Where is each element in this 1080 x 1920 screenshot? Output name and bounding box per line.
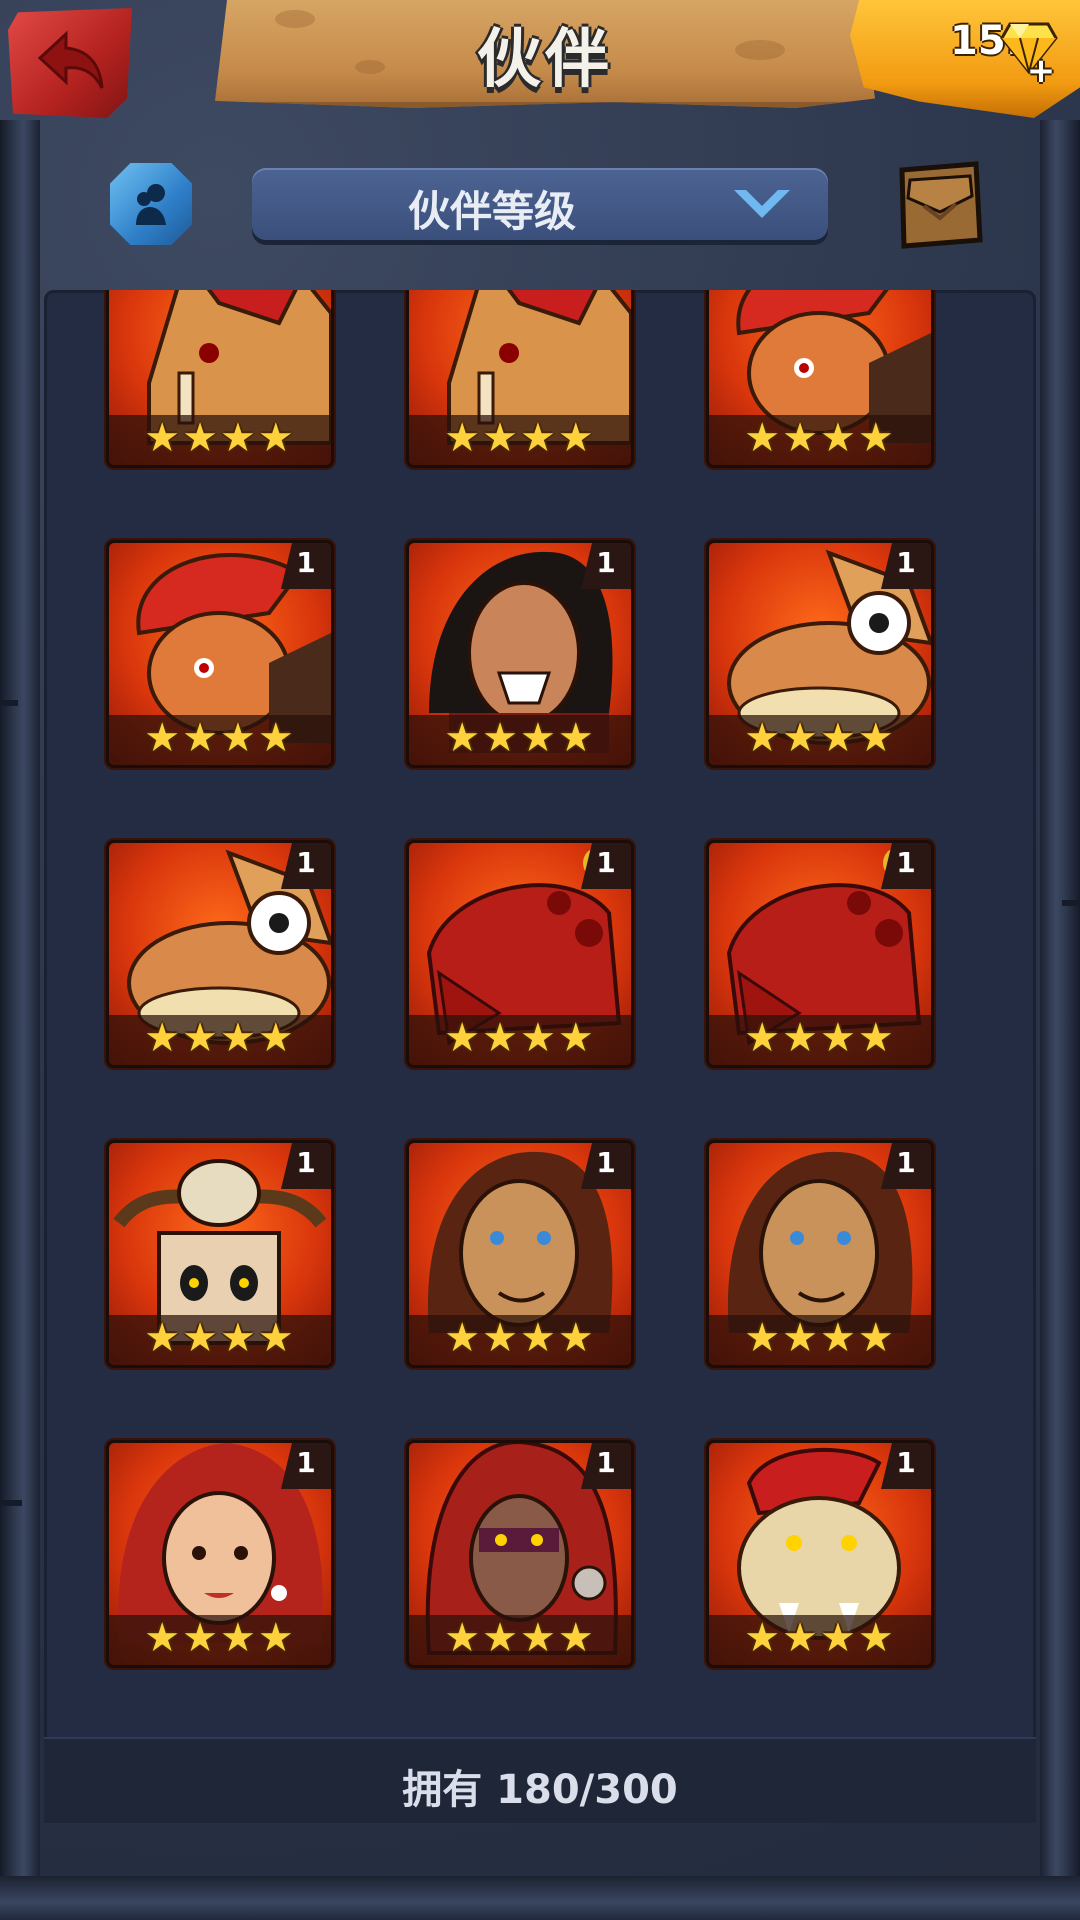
companion-card-one-eyed-fish[interactable]: 1 ★★★★ bbox=[106, 840, 334, 1068]
star-rating: ★★★★ bbox=[144, 1015, 296, 1061]
frame-crack bbox=[1062, 900, 1080, 906]
frame-left-edge bbox=[0, 120, 40, 1920]
star-rating: ★★★★ bbox=[744, 1615, 896, 1661]
companion-filter-icon bbox=[136, 184, 166, 225]
inventory-button[interactable] bbox=[894, 160, 984, 250]
companion-card-one-eyed-fish[interactable]: 1 ★★★★ bbox=[706, 540, 934, 768]
frame-crack bbox=[0, 1500, 22, 1506]
companion-card-red-crab-beast[interactable]: 1 ★★★★ bbox=[706, 840, 934, 1068]
frame-bottom-edge bbox=[0, 1876, 1080, 1920]
companion-card-red-crab-beast[interactable]: 1 ★★★★ bbox=[406, 840, 634, 1068]
frame-right-edge bbox=[1040, 120, 1080, 1920]
companion-card-black-haired-warrior[interactable]: 1 ★★★★ bbox=[406, 540, 634, 768]
back-arrow-icon bbox=[37, 30, 104, 89]
companion-card-hooded-assassin[interactable]: 1 ★★★★ bbox=[406, 1440, 634, 1668]
companion-card-red-haired-dwarf[interactable]: 1★★★★ bbox=[106, 540, 334, 768]
page-title: 伙伴 bbox=[477, 23, 613, 97]
star-rating: ★★★★ bbox=[744, 1315, 896, 1361]
add-gems-button[interactable]: + bbox=[1026, 54, 1056, 88]
star-rating: ★★★★ bbox=[444, 1015, 596, 1061]
star-rating: ★★★★ bbox=[444, 1615, 596, 1661]
companion-card-red-haired-woman[interactable]: 1 ★★★★ bbox=[106, 1440, 334, 1668]
star-rating: ★★★★ bbox=[144, 1615, 296, 1661]
companion-card-brown-haired-warrior[interactable]: 1 ★★★★ bbox=[406, 1140, 634, 1368]
star-rating: ★★★★ bbox=[744, 715, 896, 761]
back-button[interactable] bbox=[8, 8, 132, 118]
companion-card-brown-haired-warrior[interactable]: 1 ★★★★ bbox=[706, 1140, 934, 1368]
sort-label: 伙伴等级 bbox=[407, 187, 576, 236]
chevron-down-icon bbox=[734, 190, 790, 218]
star-rating: ★★★★ bbox=[444, 715, 596, 761]
owned-footer: 拥有 180/300 bbox=[44, 1737, 1036, 1823]
star-rating: ★★★★ bbox=[144, 715, 296, 761]
companion-card-skull-shaman[interactable]: 1 ★★★★ bbox=[106, 1140, 334, 1368]
owned-count: 拥有 180/300 bbox=[402, 1767, 678, 1813]
star-rating: ★★★★ bbox=[744, 415, 896, 461]
star-rating: ★★★★ bbox=[144, 1315, 296, 1361]
companion-filter-button[interactable] bbox=[110, 163, 192, 245]
frame-crack bbox=[0, 700, 18, 706]
star-rating: ★★★★ bbox=[144, 415, 296, 461]
star-rating: ★★★★ bbox=[444, 1315, 596, 1361]
star-rating: ★★★★ bbox=[744, 1015, 896, 1061]
companion-card-red-haired-dwarf[interactable]: 1★★★★ bbox=[706, 290, 934, 468]
sort-dropdown[interactable]: 伙伴等级 bbox=[252, 168, 828, 240]
companion-grid[interactable]: 1★★★★ 1★★★★ 1★★★★ 1★★★★ 1★★★★ 1★★★★ 1★★★★ 1★★★★… bbox=[44, 290, 1036, 1735]
companion-card-crested-lizard-beast[interactable]: 1 ★★★★ bbox=[706, 1440, 934, 1668]
companion-card-sabertooth-beast[interactable]: 1★★★★ bbox=[106, 290, 334, 468]
star-rating: ★★★★ bbox=[444, 415, 596, 461]
bag-icon bbox=[899, 161, 983, 249]
companion-card-sabertooth-beast[interactable]: 1★★★★ bbox=[406, 290, 634, 468]
